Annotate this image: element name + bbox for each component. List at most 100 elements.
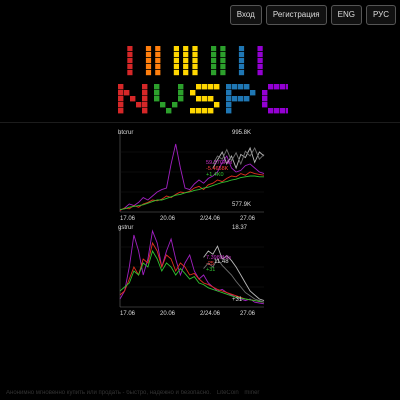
logo-pixel [155,58,161,64]
logo-pixel [192,46,198,52]
logo-letter-pixel [154,84,160,90]
logo-letter-pixel [286,108,288,114]
logo-pixel [173,58,179,64]
logo-letter-pixel [232,84,238,90]
logo-pixel [183,70,189,76]
logo-pixel [192,64,198,70]
logo-letter-pixel [118,102,124,108]
x-tick-label: 20.06 [160,311,176,317]
logo-pixel [238,70,245,76]
chart-title: btcrur [118,130,133,136]
logo-letter-pixel [214,102,220,108]
logo-letter-pixel [142,90,148,96]
logo-letter-pixel [202,84,208,90]
current-value-label: +31 [206,267,215,273]
logo-pixel [238,64,245,70]
logo-pixel [220,64,226,70]
logo-pixel [257,64,263,70]
footer-text: Анонимно мгновенно купить или продать - … [6,390,212,396]
logo-letter-pixel [202,108,208,114]
logo-letter-pixel [136,102,142,108]
logo-pixel [127,70,133,76]
logo-letter-pixel [262,102,268,108]
logo-pixel [155,46,161,52]
y-min-label: 577.9K [232,202,251,208]
current-value-label: +1.4K0 [206,172,224,178]
logo-letter-pixel [268,108,274,114]
logo-letter-pixel [142,96,148,102]
logo-letter-pixel [274,84,280,90]
logo-letter-pixel [226,90,232,96]
logo-letter-pixel [178,84,184,90]
series-line [119,241,265,303]
logo-letter-pixel [196,84,202,90]
logo-letter-pixel [118,84,124,90]
chart-title: gstrur [118,225,133,231]
logo-letter-pixel [250,90,256,96]
logo-letter-pixel [178,90,184,96]
logo-pixel [145,58,152,64]
logo-pixel [173,46,179,52]
lang-eng-button[interactable]: ENG [330,5,362,25]
logo-pixel [220,58,226,64]
logo-pixel [183,58,189,64]
logo-letter-pixel [118,96,124,102]
logo-letter-pixel [208,108,214,114]
logo-pixel [257,70,263,76]
logo-pixel [238,52,245,58]
logo-letter-pixel [274,108,280,114]
footer-link-miner[interactable]: miner [244,390,259,396]
logo-pixel [192,52,198,58]
logo-letter-pixel [244,96,250,102]
logo-pixel [155,52,161,58]
register-button[interactable]: Регистрация [265,5,327,25]
logo-pixel [127,64,133,70]
footer-link-litecoin[interactable]: LiteCoin [217,390,239,396]
logo-pixel [173,70,179,76]
logo-pixel [238,46,245,52]
logo-pixel [257,46,263,52]
logo-letter-pixel [226,84,232,90]
logo-letter-pixel [142,102,148,108]
logo-letter-pixel [232,96,238,102]
chart-gstrur: gstrur17.06 20.06 2/24.06 27.0618.3711.48+3… [118,225,265,317]
lang-rus-button[interactable]: РУС [365,5,396,25]
logo-letter-pixel [214,84,220,90]
logo-pixel [173,64,179,70]
logo-letter-pixel [208,96,214,102]
header-divider [0,122,400,123]
logo-pixel [192,58,198,64]
logo-letter-pixel [226,96,232,102]
logo-pixel [220,52,226,58]
x-tick-label: 17.06 [120,311,136,317]
logo-pixel [238,58,245,64]
site-logo[interactable] [118,46,288,118]
logo-letter-pixel [190,108,196,114]
logo-letter-pixel [226,108,232,114]
logo-pixel [173,52,179,58]
logo-letter-pixel [280,108,286,114]
logo-pixel [155,70,161,76]
x-tick-label: 2/24.06 [200,311,221,317]
logo-pixel [211,52,217,58]
logo-pixel [220,46,226,52]
logo-pixel [127,58,133,64]
logo-letter-pixel [262,96,268,102]
logo-pixel [211,64,217,70]
logo-letter-pixel [262,90,268,96]
y-max-label: 18.37 [232,225,248,231]
logo-letter-pixel [130,96,136,102]
logo-pixel [145,64,152,70]
logo-pixel [127,46,133,52]
footer: Анонимно мгновенно купить или продать - … [6,390,394,396]
logo-pixel [127,52,133,58]
logo-letter-pixel [178,96,184,102]
login-button[interactable]: Вход [229,5,262,25]
logo-letter-pixel [244,84,250,90]
logo-pixel [257,58,263,64]
logo-pixel [211,58,217,64]
logo-pixel [183,52,189,58]
logo-letter-pixel [154,96,160,102]
y-max-label: 995.8K [232,130,251,136]
series-line [119,249,265,303]
